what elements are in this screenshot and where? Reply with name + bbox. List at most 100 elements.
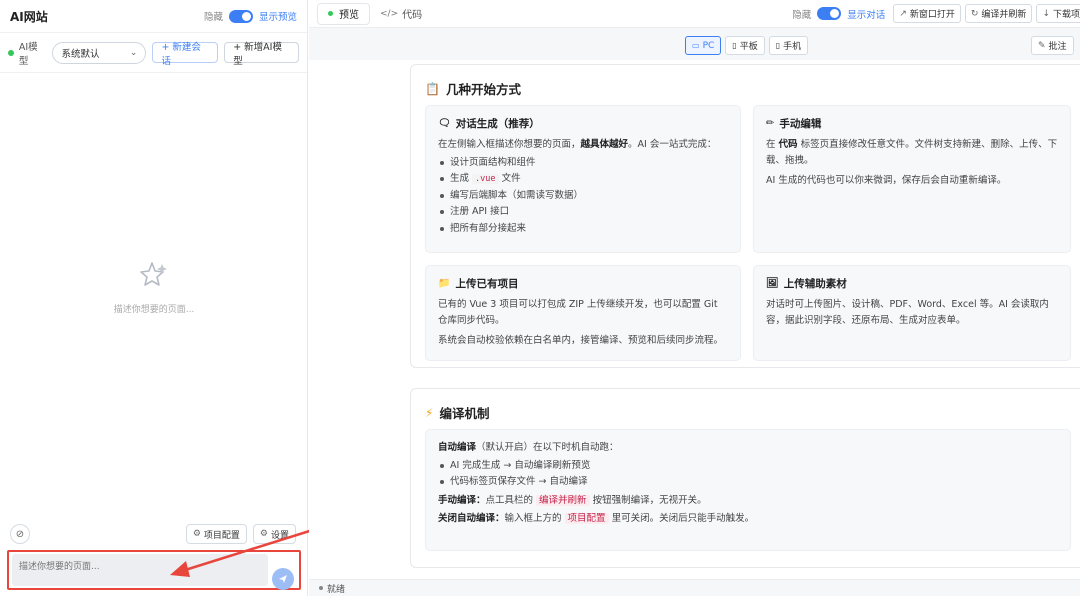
- download-icon: ↓: [1042, 8, 1050, 19]
- compile-list: AI 完成生成 → 自动编译刷新预览 代码标签页保存文件 → 自动编译: [438, 458, 1058, 491]
- annotate-button[interactable]: ✎ 批注: [1031, 36, 1074, 55]
- card-desc: 在左侧输入框描述你想要的页面，越具体越好。AI 会一站式完成：: [438, 137, 728, 153]
- card-desc: 对话时可上传图片、设计稿、PDF、Word、Excel 等。AI 会读取内容，据…: [766, 299, 1049, 326]
- hide-label: 隐藏: [203, 12, 223, 23]
- preview-canvas: 📋 几种开始方式 🗨 对话生成（推荐） 在左侧输入框描述你想要的页面，越具体越好…: [309, 60, 1080, 579]
- preview-status-dot: [328, 11, 333, 16]
- auto-compile-rest: （默认开启）在以下时机自动跑：: [476, 442, 619, 453]
- card-chat-generate: 🗨 对话生成（推荐） 在左侧输入框描述你想要的页面，越具体越好。AI 会一站式完…: [425, 105, 741, 253]
- open-new-window-label: 新窗口打开: [909, 10, 955, 20]
- external-link-icon: ↗: [899, 8, 907, 19]
- list-item: 注册 API 接口: [438, 204, 728, 220]
- device-tablet-button[interactable]: ▯ 平板: [725, 36, 765, 55]
- model-select-value: 系统默认: [61, 48, 100, 60]
- new-model-button[interactable]: + 新增AI模型: [224, 42, 299, 67]
- preview-toggle[interactable]: [228, 9, 253, 23]
- section-getting-started: 📋 几种开始方式 🗨 对话生成（推荐） 在左侧输入框描述你想要的页面，越具体越好…: [410, 64, 1080, 368]
- card-title: 🖼 上传辅助素材: [766, 276, 1058, 291]
- annotate-label: 批注: [1048, 42, 1067, 52]
- device-phone-button[interactable]: ▯ 手机: [768, 36, 809, 55]
- compile-refresh-tag: 编译并刷新: [536, 494, 590, 506]
- card-list: 设计页面结构和组件 生成 .vue 文件 编写后端脚本（如需读写数据） 注册 A…: [438, 155, 728, 237]
- status-text: 就绪: [327, 584, 346, 595]
- auto-compile-bold: 自动编译: [438, 442, 477, 453]
- model-status-dot: [8, 49, 14, 56]
- manual-compile-post: 按钮强制编译，无视开关。: [589, 494, 707, 506]
- device-switcher: ▭ PC ▯ 平板 ▯ 手机 ✎ 批注: [309, 36, 1080, 56]
- section-title: 📋 几种开始方式: [425, 79, 521, 98]
- device-pc-button[interactable]: ▭ PC: [685, 36, 722, 55]
- auto-compile-line: 自动编译（默认开启）在以下时机自动跑：: [438, 440, 1058, 456]
- tab-code[interactable]: </> 代码: [370, 3, 432, 25]
- manual-compile-line: 手动编译：点工具栏的 编译并刷新 按钮强制编译，无视开关。: [438, 493, 1058, 509]
- device-pc-label: PC: [702, 40, 715, 51]
- folder-icon: 📁: [438, 278, 451, 289]
- card-desc-post: 标签页直接修改任意文件。文件树支持新建、删除、上传、下载、拖拽。: [766, 139, 1058, 166]
- image-icon: 🖼: [766, 278, 779, 289]
- card-desc-post: 。AI 会一站式完成：: [628, 139, 717, 150]
- card-title: 📁 上传已有项目: [438, 276, 728, 291]
- pencil-icon: ✎: [1038, 40, 1046, 51]
- chevron-down-icon: ⌄: [129, 47, 138, 58]
- code-icon: </>: [380, 8, 399, 19]
- close-compile-line: 关闭自动编译：输入框上方的 项目配置 里可关闭。关闭后只能手动触发。: [438, 511, 1058, 527]
- new-chat-button[interactable]: + 新建会话: [152, 42, 219, 67]
- open-new-window-button[interactable]: ↗ 新窗口打开: [893, 4, 961, 23]
- device-tablet-label: 平板: [739, 42, 758, 52]
- download-label: 下载项: [1052, 10, 1080, 20]
- list-item: 编写后端脚本（如需读写数据）: [438, 188, 728, 204]
- list-item: 设计页面结构和组件: [438, 155, 728, 171]
- hide-label: 隐藏: [792, 9, 812, 21]
- sparkle-icon: [140, 262, 167, 286]
- card-desc-bold: 越具体越好: [580, 139, 629, 150]
- card-desc-pre: 在左侧输入框描述你想要的页面，: [438, 139, 581, 150]
- preview-panel: 预览 </> 代码 隐藏 显示对话 ↗ 新窗口打开 ↻ 编译并刷新 ↓ 下载项 …: [309, 0, 1080, 596]
- card-title-text: 手动编辑: [779, 118, 822, 130]
- section-title: ⚡ 编译机制: [425, 403, 489, 422]
- card-manual-edit: ✏ 手动编辑 在 代码 标签页直接修改任意文件。文件树支持新建、删除、上传、下载…: [753, 105, 1071, 253]
- refresh-icon: ↻: [970, 8, 979, 19]
- card-title: 🗨 对话生成（推荐）: [438, 116, 728, 131]
- tablet-icon: ▯: [732, 41, 737, 50]
- chat-panel-header: AI网站 隐藏 显示预览: [0, 0, 307, 33]
- clipboard-icon: 📋: [425, 81, 440, 96]
- show-chat-link[interactable]: 显示对话: [847, 7, 885, 21]
- chat-icon: 🗨: [438, 118, 451, 129]
- model-select[interactable]: 系统默认 ⌄: [52, 41, 147, 64]
- manual-compile-bold: 手动编译：: [438, 494, 486, 506]
- card-desc: 已有的 Vue 3 项目可以打包成 ZIP 上传继续开发，也可以配置 Git 仓…: [438, 299, 718, 326]
- phone-icon: ▯: [775, 41, 781, 50]
- app-title: AI网站: [10, 9, 48, 24]
- model-row: AI模型 系统默认 ⌄ + 新建会话 + 新增AI模型: [0, 33, 307, 73]
- card-upload-assets: 🖼 上传辅助素材 对话时可上传图片、设计稿、PDF、Word、Excel 等。A…: [753, 265, 1071, 361]
- list-item: 生成 .vue 文件: [438, 171, 728, 187]
- card-title-text: 上传辅助素材: [783, 278, 847, 290]
- chat-toggle[interactable]: [817, 7, 842, 20]
- card-title-text: 对话生成（推荐）: [455, 118, 540, 130]
- monitor-icon: ▭: [692, 41, 700, 50]
- list-item-post: 文件: [501, 173, 521, 185]
- empty-state: 描述你想要的页面...: [0, 260, 308, 315]
- close-compile-bold: 关闭自动编译：: [438, 512, 505, 524]
- tab-preview[interactable]: 预览: [317, 2, 370, 25]
- card-desc-2: 系统会自动校验依赖在白名单内，接管编译、预览和后续同步流程。: [438, 335, 724, 346]
- close-compile-post: 里可关闭。关闭后只能手动触发。: [608, 512, 755, 524]
- device-phone-label: 手机: [783, 42, 802, 52]
- compile-refresh-button[interactable]: ↻ 编译并刷新: [964, 4, 1033, 23]
- compile-refresh-label: 编译并刷新: [981, 10, 1027, 20]
- card-upload-project: 📁 上传已有项目 已有的 Vue 3 项目可以打包成 ZIP 上传继续开发，也可…: [425, 265, 741, 361]
- card-desc-2: AI 生成的代码也可以你来微调，保存后会自动重新编译。: [766, 175, 1007, 186]
- attachment-icon[interactable]: ⊘: [10, 524, 30, 544]
- download-button[interactable]: ↓ 下载项: [1036, 4, 1080, 23]
- card-desc: 在 代码 标签页直接修改任意文件。文件树支持新建、删除、上传、下载、拖拽。: [766, 137, 1058, 169]
- vue-code-tag: .vue: [472, 174, 499, 185]
- pencil-icon: ✏: [766, 118, 775, 129]
- status-bar: 就绪: [309, 579, 1080, 596]
- tab-preview-label: 预览: [339, 10, 359, 21]
- close-compile-pre: 输入框上方的: [504, 512, 565, 524]
- manual-compile-pre: 点工具栏的: [485, 494, 537, 506]
- status-dot: [319, 586, 323, 590]
- model-label: AI模型: [18, 41, 38, 67]
- chat-panel: AI网站 隐藏 显示预览 AI模型 系统默认 ⌄ + 新建会话 + 新增AI模型…: [0, 0, 308, 596]
- show-preview-link[interactable]: 显示预览: [259, 9, 297, 23]
